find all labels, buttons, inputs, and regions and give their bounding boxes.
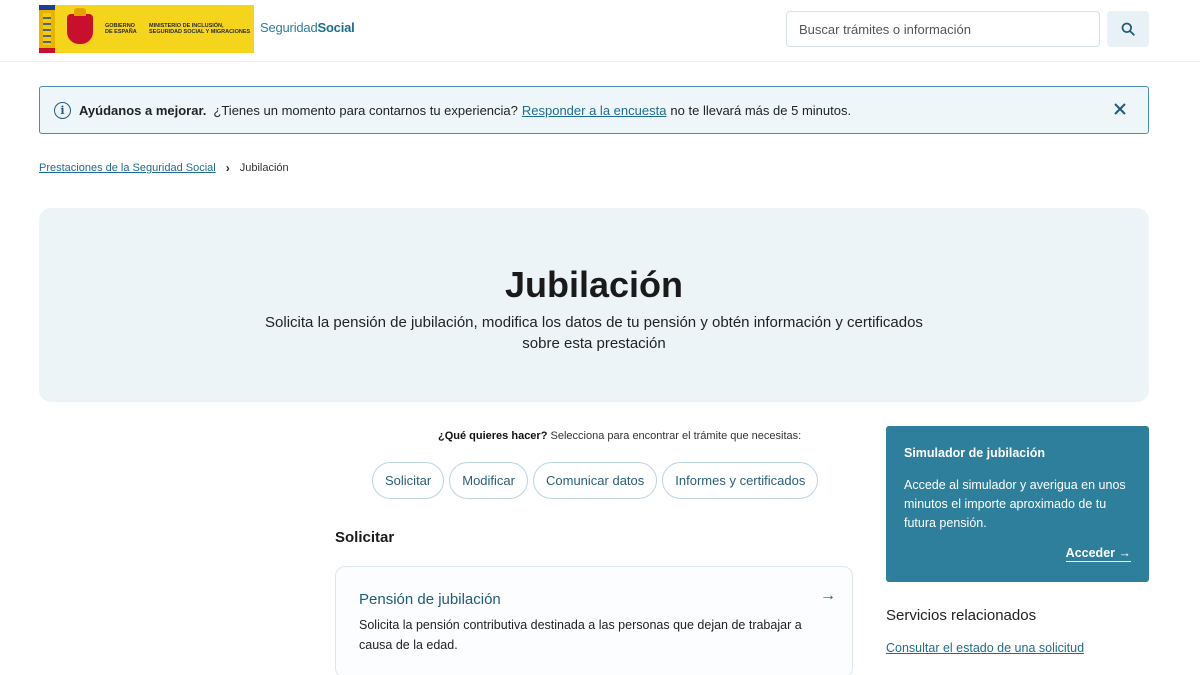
service-card-pension-jubilacion[interactable]: Pensión de jubilación Solicita la pensió… xyxy=(335,566,853,675)
card-title[interactable]: Pensión de jubilación xyxy=(359,591,501,608)
brand-light: Seguridad xyxy=(260,20,318,35)
banner-text-after: no te llevará más de 5 minutos. xyxy=(670,102,852,118)
site-header: GOBIERNO DE ESPAÑA MINISTERIO DE INCLUSI… xyxy=(0,0,1200,62)
chip-comunicar-datos[interactable]: Comunicar datos xyxy=(533,462,658,499)
search-input[interactable]: Buscar trámites o información xyxy=(786,11,1100,47)
banner-bold: Ayúdanos a mejorar. xyxy=(79,102,207,118)
government-text: GOBIERNO DE ESPAÑA xyxy=(105,23,137,35)
arrow-right-icon[interactable]: → xyxy=(820,587,836,605)
page-title: Jubilación xyxy=(504,264,684,305)
filter-chips: Solicitar Modificar Comunicar datos Info… xyxy=(372,462,819,499)
survey-link[interactable]: Responder a la encuesta xyxy=(522,103,667,118)
ministry-text: MINISTERIO DE INCLUSIÓN, SEGURIDAD SOCIA… xyxy=(149,23,251,35)
simulator-link-label: Acceder xyxy=(1065,546,1116,560)
simulator-panel: Simulador de jubilación Accede al simula… xyxy=(886,426,1149,582)
page-subtitle: Solicita la pensión de jubilación, modif… xyxy=(265,314,923,352)
related-services-title: Servicios relacionados xyxy=(886,607,1037,624)
related-service-link[interactable]: Consultar el estado de una solicitud xyxy=(886,641,1084,655)
coat-of-arms-icon xyxy=(61,8,99,50)
simulator-description: Accede al simulador y averigua en unos m… xyxy=(904,478,1126,530)
brand-bold: Social xyxy=(317,20,355,35)
card-description: Solicita la pensión contributiva destina… xyxy=(359,618,802,652)
banner-text-before: ¿Tienes un momento para contarnos tu exp… xyxy=(213,102,518,118)
government-logo[interactable]: GOBIERNO DE ESPAÑA MINISTERIO DE INCLUSI… xyxy=(39,5,254,53)
breadcrumb: Prestaciones de la Seguridad Social › Ju… xyxy=(39,161,289,175)
section-title-solicitar: Solicitar xyxy=(335,529,395,546)
close-icon xyxy=(1114,103,1126,115)
breadcrumb-current: Jubilación xyxy=(239,162,289,174)
chevron-right-icon: › xyxy=(225,161,230,175)
chip-informes-certificados[interactable]: Informes y certificados xyxy=(662,462,819,499)
flag-icon xyxy=(39,5,55,53)
info-icon: i xyxy=(54,101,71,119)
chip-solicitar[interactable]: Solicitar xyxy=(372,462,445,499)
filter-question-text: Selecciona para encontrar el trámite que… xyxy=(550,430,802,442)
seguridad-social-logo[interactable]: SeguridadSocial xyxy=(260,20,355,35)
search-placeholder: Buscar trámites o información xyxy=(799,21,971,37)
breadcrumb-parent-link[interactable]: Prestaciones de la Seguridad Social xyxy=(39,162,216,174)
simulator-title: Simulador de jubilación xyxy=(904,446,1045,460)
close-button[interactable] xyxy=(1110,99,1130,119)
search-icon xyxy=(1121,22,1135,36)
filter-question-bold: ¿Qué quieres hacer? xyxy=(438,430,548,442)
arrow-right-icon: → xyxy=(1118,546,1132,560)
simulator-access-link[interactable]: Acceder → xyxy=(1065,546,1132,562)
hero-section: Jubilación Solicita la pensión de jubila… xyxy=(39,208,1149,402)
search-button[interactable] xyxy=(1107,11,1149,47)
survey-banner: i Ayúdanos a mejorar. ¿Tienes un momento… xyxy=(39,86,1149,134)
chip-modificar[interactable]: Modificar xyxy=(449,462,528,499)
filter-question: ¿Qué quieres hacer? Selecciona para enco… xyxy=(438,430,801,442)
